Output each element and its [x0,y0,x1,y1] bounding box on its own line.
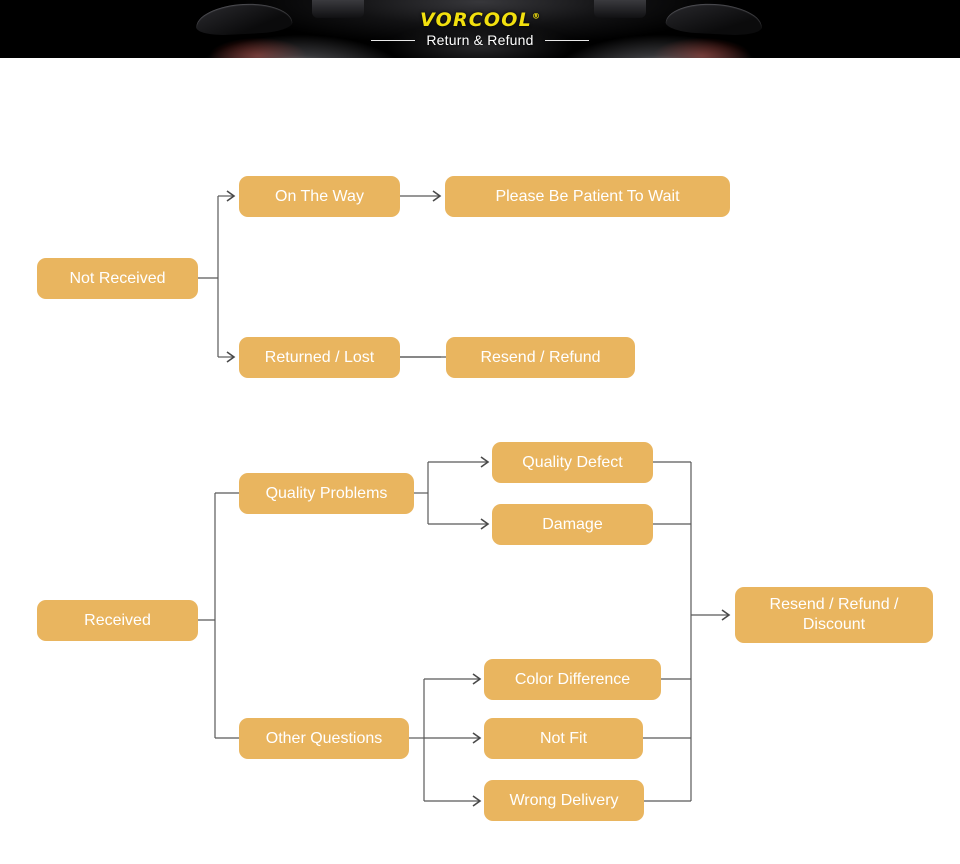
node-label: Color Difference [514,670,631,688]
node-not-fit[interactable]: Not Fit [484,718,643,759]
node-returned-lost[interactable]: Returned / Lost [239,337,400,378]
node-label: Not Fit [539,729,588,747]
node-label: Returned / Lost [264,348,375,366]
rule-right [544,39,589,41]
node-received[interactable]: Received [37,600,198,641]
flowchart-canvas: Not Received On The Way Please Be Patien… [0,58,960,864]
node-wrong-delivery[interactable]: Wrong Delivery [484,780,644,821]
node-quality-defect[interactable]: Quality Defect [492,442,653,483]
node-resend-refund[interactable]: Resend / Refund [446,337,635,378]
node-resend-refund-discount[interactable]: Resend / Refund / Discount [735,587,933,643]
banner-subtitle-row: Return & Refund [371,32,589,48]
node-quality-problems[interactable]: Quality Problems [239,473,414,514]
node-label: Quality Problems [265,484,388,502]
node-color-difference[interactable]: Color Difference [484,659,661,700]
node-please-be-patient-to-wait[interactable]: Please Be Patient To Wait [445,176,730,217]
node-label: Resend / Refund [480,348,601,366]
banner-content: VORCOOL® Return & Refund [0,0,960,58]
brand-logo-text: VORCOOL [420,9,532,31]
brand-logo: VORCOOL® [420,11,540,30]
node-label: Received [84,611,151,629]
node-label: Damage [542,515,603,533]
node-label: Resend / Refund / Discount [769,596,899,633]
node-not-received[interactable]: Not Received [37,258,198,299]
node-label: Not Received [69,269,166,287]
node-label: Please Be Patient To Wait [495,187,680,205]
page-banner: VORCOOL® Return & Refund [0,0,960,58]
rule-left [371,39,416,41]
node-label: Wrong Delivery [509,791,619,809]
node-label: Other Questions [265,729,383,747]
registered-trademark-icon: ® [531,11,540,21]
node-on-the-way[interactable]: On The Way [239,176,400,217]
node-other-questions[interactable]: Other Questions [239,718,409,759]
node-damage[interactable]: Damage [492,504,653,545]
node-label: Quality Defect [522,453,623,471]
node-label: On The Way [275,187,364,205]
page-title: Return & Refund [426,32,534,48]
